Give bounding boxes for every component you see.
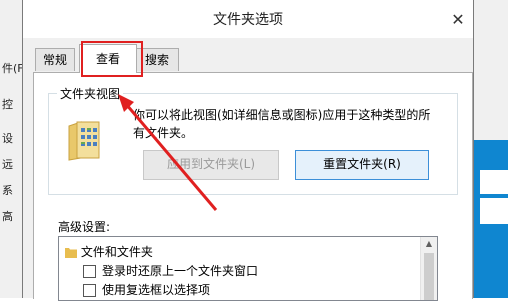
folder-views-description: 你可以将此视图(如详细信息或图标)应用于这种类型的所有文件夹。 <box>133 108 431 140</box>
folder-options-dialog: 文件夹选项 ✕ 常规 搜索 查看 文件夹视图 你可以将此视图(如详细信息或图标)… <box>22 0 474 301</box>
view-tab-panel: 文件夹视图 你可以将此视图(如详细信息或图标)应用于这种类型的所有文件夹。 应用… <box>33 72 473 301</box>
bg-menu-fragment: 件(F <box>2 62 24 75</box>
list-item-label: 登录时还原上一个文件夹窗口 <box>102 264 259 278</box>
advanced-settings-list[interactable]: 文件和文件夹 登录时还原上一个文件夹窗口 使用复选框以选择项 ▲ <box>58 236 438 301</box>
windows-logo-background <box>470 140 508 298</box>
bg-text-fragment: 远 <box>2 158 13 171</box>
checkbox[interactable] <box>83 284 96 297</box>
windows-logo-tile <box>480 170 508 194</box>
tree-item-files-folders[interactable]: 文件和文件夹 <box>65 243 153 260</box>
folder-icon <box>65 248 77 258</box>
advanced-settings-label: 高级设置: <box>58 220 111 234</box>
scrollbar-thumb[interactable] <box>424 253 434 300</box>
bg-text-fragment: 系 <box>2 184 13 197</box>
scroll-up-arrow-icon[interactable]: ▲ <box>421 237 437 251</box>
tab-view[interactable]: 查看 <box>79 44 137 73</box>
vertical-scrollbar[interactable]: ▲ <box>420 237 437 300</box>
folder-views-group: 文件夹视图 你可以将此视图(如详细信息或图标)应用于这种类型的所有文件夹。 应用… <box>48 85 458 195</box>
bg-text-fragment: 控 <box>2 98 13 111</box>
reset-folders-button[interactable]: 重置文件夹(R) <box>295 150 429 180</box>
folder-icon <box>68 121 100 161</box>
tab-search[interactable]: 搜索 <box>135 48 179 71</box>
windows-logo-tile <box>480 198 508 224</box>
list-item[interactable]: 登录时还原上一个文件夹窗口 <box>83 262 258 279</box>
close-icon[interactable]: ✕ <box>443 8 473 32</box>
tab-general[interactable]: 常规 <box>35 48 75 71</box>
checkbox[interactable] <box>83 265 96 278</box>
bg-text-fragment: 设 <box>2 132 13 145</box>
bg-text-fragment: 高 <box>2 210 13 223</box>
dialog-titlebar[interactable]: 文件夹选项 ✕ <box>23 0 473 38</box>
group-label: 文件夹视图 <box>57 85 124 102</box>
background-window-left: 件(F 控 设 远 系 高 <box>0 0 24 298</box>
background-window-right <box>470 0 508 140</box>
list-item-label: 使用复选框以选择项 <box>102 283 211 297</box>
dialog-title: 文件夹选项 <box>213 12 283 28</box>
tree-item-label: 文件和文件夹 <box>80 245 153 259</box>
apply-to-folders-button[interactable]: 应用到文件夹(L) <box>143 150 279 180</box>
list-item[interactable]: 使用复选框以选择项 <box>83 281 210 298</box>
